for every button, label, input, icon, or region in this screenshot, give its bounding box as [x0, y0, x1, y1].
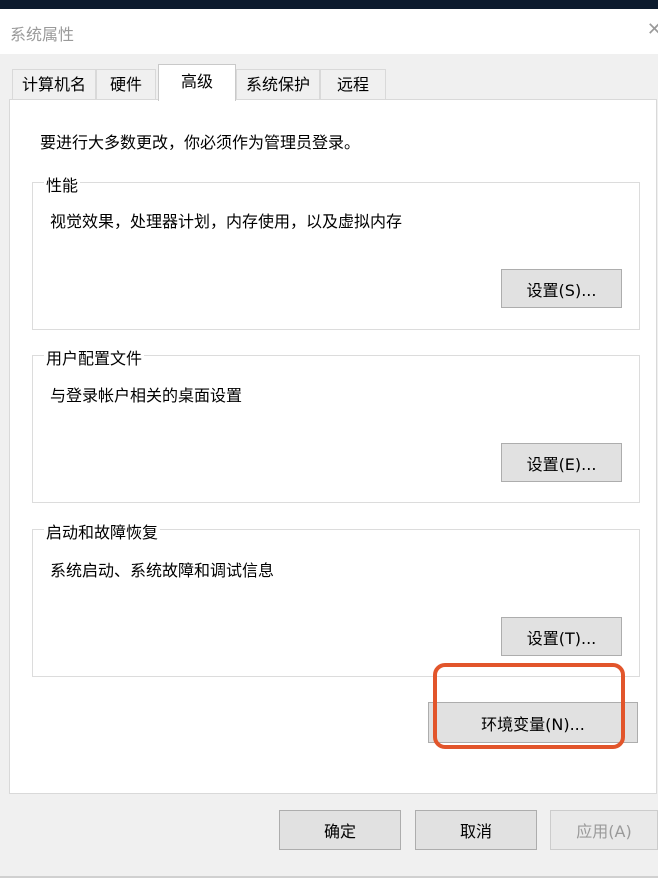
tab-advanced[interactable]: 高级 — [158, 64, 236, 101]
startup-recovery-group-title: 启动和故障恢复 — [44, 519, 161, 543]
performance-group-title: 性能 — [44, 172, 81, 196]
window-title: 系统属性 — [10, 25, 75, 44]
apply-button[interactable]: 应用(A) — [550, 810, 658, 850]
startup-recovery-description: 系统启动、系统故障和调试信息 — [50, 561, 275, 580]
performance-description: 视觉效果，处理器计划，内存使用，以及虚拟内存 — [50, 212, 403, 231]
ok-button[interactable]: 确定 — [279, 810, 401, 850]
startup-recovery-settings-button[interactable]: 设置(T)... — [501, 617, 622, 656]
tab-computer-name[interactable]: 计算机名 — [12, 69, 96, 99]
user-profiles-description: 与登录帐户相关的桌面设置 — [50, 386, 243, 405]
user-profiles-group-title: 用户配置文件 — [44, 345, 145, 369]
highlight-annotation — [433, 663, 625, 749]
cancel-button[interactable]: 取消 — [415, 810, 537, 850]
admin-notice: 要进行大多数更改，你必须作为管理员登录。 — [40, 133, 361, 152]
tab-remote[interactable]: 远程 — [320, 69, 386, 99]
tab-hardware[interactable]: 硬件 — [96, 69, 156, 99]
close-icon[interactable]: ✕ — [647, 19, 658, 40]
user-profiles-settings-button[interactable]: 设置(E)... — [501, 443, 622, 482]
title-bar: 系统属性 ✕ — [0, 9, 658, 54]
performance-settings-button[interactable]: 设置(S)... — [501, 269, 622, 308]
desktop-top-strip — [0, 0, 658, 9]
tab-system-protection[interactable]: 系统保护 — [236, 69, 320, 99]
